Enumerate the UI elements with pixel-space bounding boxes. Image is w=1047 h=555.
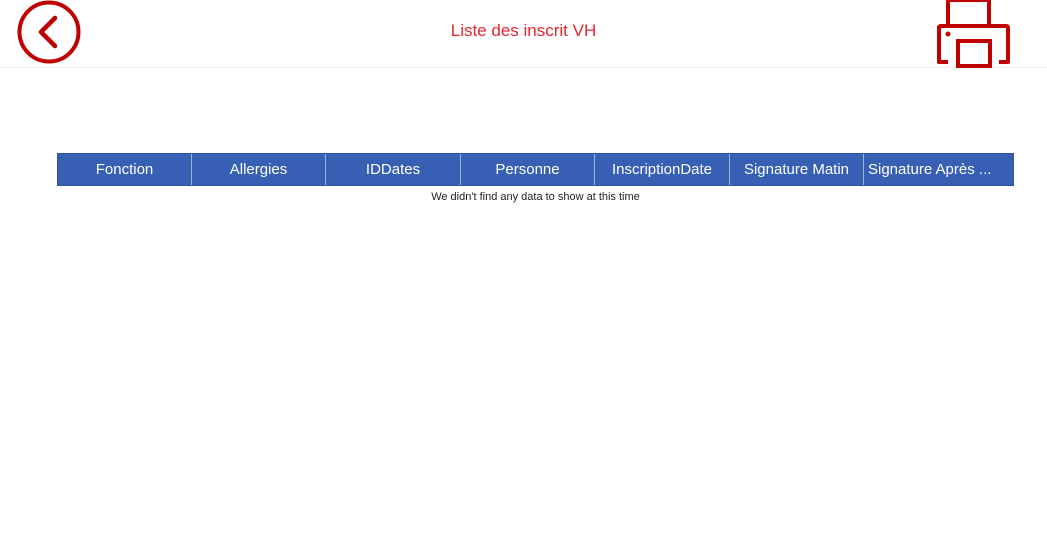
column-header-inscriptiondate[interactable]: InscriptionDate <box>595 154 730 185</box>
column-header-signature-matin[interactable]: Signature Matin <box>730 154 864 185</box>
header-bar: Liste des inscrit VH <box>0 0 1047 68</box>
column-header-personne[interactable]: Personne <box>461 154 595 185</box>
column-header-iddates[interactable]: IDDates <box>326 154 461 185</box>
table-header: Fonction Allergies IDDates Personne Insc… <box>57 153 1014 186</box>
page-title: Liste des inscrit VH <box>450 21 597 40</box>
column-header-fonction[interactable]: Fonction <box>58 154 192 185</box>
column-header-signature-apres[interactable]: Signature Après ... <box>864 154 1013 185</box>
empty-state-message: We didn't find any data to show at this … <box>431 191 640 203</box>
app-screen: Liste des inscrit VH Fonction Allergies … <box>0 0 1047 555</box>
print-button[interactable] <box>934 0 1014 68</box>
data-table: Fonction Allergies IDDates Personne Insc… <box>57 153 1014 204</box>
printer-icon <box>937 0 1010 68</box>
column-header-allergies[interactable]: Allergies <box>192 154 326 185</box>
